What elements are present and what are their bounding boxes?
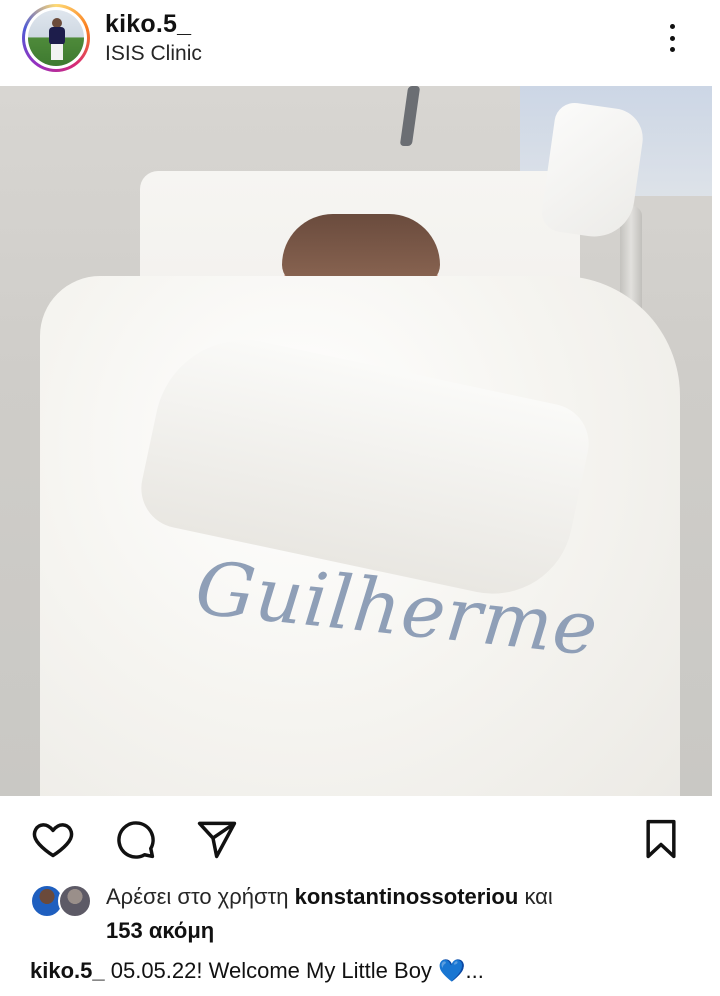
likes-others[interactable]: 153 ακόμη <box>106 918 214 944</box>
likes-prefix: Αρέσει στο χρήστη <box>106 884 289 909</box>
post-location[interactable]: ISIS Clinic <box>105 42 202 66</box>
caption-username[interactable]: kiko.5_ <box>30 958 105 983</box>
caption-more[interactable]: ... <box>465 958 483 983</box>
avatar-photo <box>28 10 84 66</box>
caption-text: 05.05.22! Welcome My Little Boy <box>110 958 432 983</box>
post-username[interactable]: kiko.5_ <box>105 10 191 39</box>
blue-heart-emoji: 💙 <box>438 958 466 983</box>
post-header: kiko.5_ ISIS Clinic <box>0 0 720 86</box>
avatar <box>58 884 92 918</box>
paper-plane-icon[interactable] <box>194 816 240 862</box>
bookmark-icon[interactable] <box>638 816 684 862</box>
likes-line: Αρέσει στο χρήστη konstantinossoteriou κ… <box>106 884 553 910</box>
more-options-icon[interactable] <box>660 20 684 56</box>
post-caption[interactable]: kiko.5_ 05.05.22! Welcome My Little Boy … <box>30 958 484 984</box>
action-bar <box>0 800 720 880</box>
liker-username[interactable]: konstantinossoteriou <box>295 884 519 909</box>
heart-outline-icon[interactable] <box>30 816 76 862</box>
profile-avatar[interactable] <box>22 4 90 72</box>
comment-bubble-icon[interactable] <box>112 816 158 862</box>
post-image[interactable]: Guilherme <box>0 86 712 796</box>
likes-connector: και <box>524 884 553 909</box>
liker-avatars <box>30 884 94 918</box>
